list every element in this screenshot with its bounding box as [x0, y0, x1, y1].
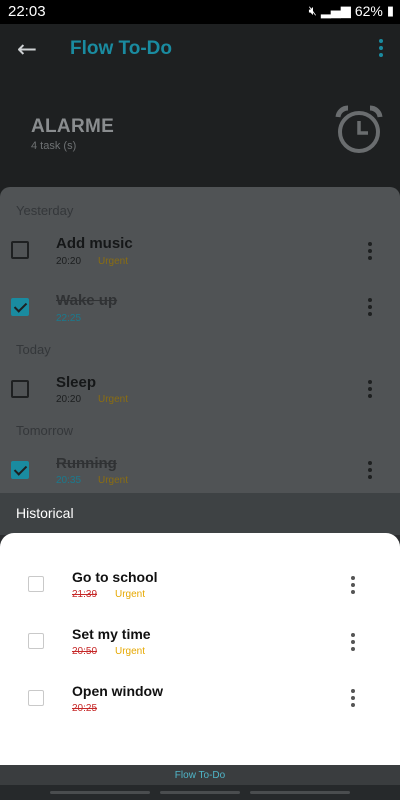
signal-icon: ▂▄▆: [320, 3, 351, 19]
task-title: Wake up: [56, 292, 118, 309]
historical-item[interactable]: Open window 20:25: [0, 677, 400, 733]
historical-title: Go to school: [72, 569, 158, 585]
historical-menu-icon[interactable]: [351, 576, 355, 594]
list-header: ALARME 4 task (s): [0, 76, 400, 196]
task-time: 22:25: [56, 313, 82, 324]
historical-tag: Urgent: [115, 646, 146, 657]
task-menu-icon[interactable]: [368, 298, 372, 316]
historical-title: Set my time: [72, 626, 151, 642]
task-checkbox[interactable]: [11, 461, 29, 479]
alarm-clock-icon: [335, 105, 383, 153]
battery-level: 62%: [354, 3, 383, 19]
system-nav-bar: [0, 785, 400, 800]
historical-time: 20:25: [72, 703, 98, 714]
nav-recents[interactable]: [50, 791, 150, 794]
back-arrow-icon[interactable]: ←: [14, 36, 40, 62]
footer: Flow To-Do: [0, 765, 400, 785]
group-header-tomorrow: Tomorrow: [16, 423, 74, 438]
historical-title: Historical: [16, 505, 74, 521]
task-checkbox[interactable]: [11, 298, 29, 316]
app-bar: ← Flow To-Do: [0, 24, 400, 76]
task-time: 20:20: [56, 256, 82, 267]
task-menu-icon[interactable]: [368, 461, 372, 479]
task-item[interactable]: Wake up 22:25: [0, 287, 400, 347]
historical-item[interactable]: Go to school 21:39 Urgent: [0, 563, 400, 619]
list-name: ALARME: [31, 116, 115, 137]
task-time: 20:35: [56, 475, 82, 486]
historical-tag: Urgent: [115, 589, 146, 600]
task-title: Running: [56, 455, 117, 472]
task-tag: Urgent: [98, 394, 129, 405]
task-menu-icon[interactable]: [368, 380, 372, 398]
task-tag: Urgent: [98, 475, 129, 486]
task-time: 20:20: [56, 394, 82, 405]
task-tag: Urgent: [98, 256, 129, 267]
nav-back[interactable]: [250, 791, 350, 794]
historical-item[interactable]: Set my time 20:50 Urgent: [0, 620, 400, 676]
task-title: Sleep: [56, 374, 97, 391]
task-list: Yesterday Add music 20:20 Urgent Wake up…: [0, 187, 400, 507]
historical-checkbox[interactable]: [28, 576, 44, 592]
footer-label: Flow To-Do: [174, 770, 226, 781]
task-count: 4 task (s): [31, 140, 77, 152]
status-bar: 22:03 🔇︎ ▂▄▆ 62% ▮: [0, 0, 400, 24]
historical-time: 20:50: [72, 646, 98, 657]
historical-checkbox[interactable]: [28, 633, 44, 649]
task-checkbox[interactable]: [11, 380, 29, 398]
group-header-today: Today: [16, 342, 51, 357]
app-title: Flow To-Do: [70, 38, 173, 59]
task-title: Add music: [56, 235, 133, 252]
status-icons: 🔇︎ ▂▄▆ 62% ▮: [309, 3, 394, 19]
task-checkbox[interactable]: [11, 241, 29, 259]
historical-time: 21:39: [72, 589, 98, 600]
battery-icon: ▮: [386, 3, 394, 19]
group-header-yesterday: Yesterday: [16, 203, 74, 218]
historical-checkbox[interactable]: [28, 690, 44, 706]
more-vert-icon[interactable]: [378, 38, 384, 60]
task-item[interactable]: Add music 20:20 Urgent: [0, 229, 400, 289]
historical-list: Go to school 21:39 Urgent Set my time 20…: [0, 533, 400, 765]
mute-icon: 🔇︎: [308, 3, 317, 19]
status-time: 22:03: [8, 3, 46, 20]
nav-home[interactable]: [160, 791, 240, 794]
task-item[interactable]: Sleep 20:20 Urgent: [0, 370, 400, 430]
task-menu-icon[interactable]: [368, 242, 372, 260]
historical-header[interactable]: Historical: [0, 493, 400, 535]
historical-menu-icon[interactable]: [351, 689, 355, 707]
historical-title: Open window: [72, 683, 163, 699]
historical-menu-icon[interactable]: [351, 633, 355, 651]
